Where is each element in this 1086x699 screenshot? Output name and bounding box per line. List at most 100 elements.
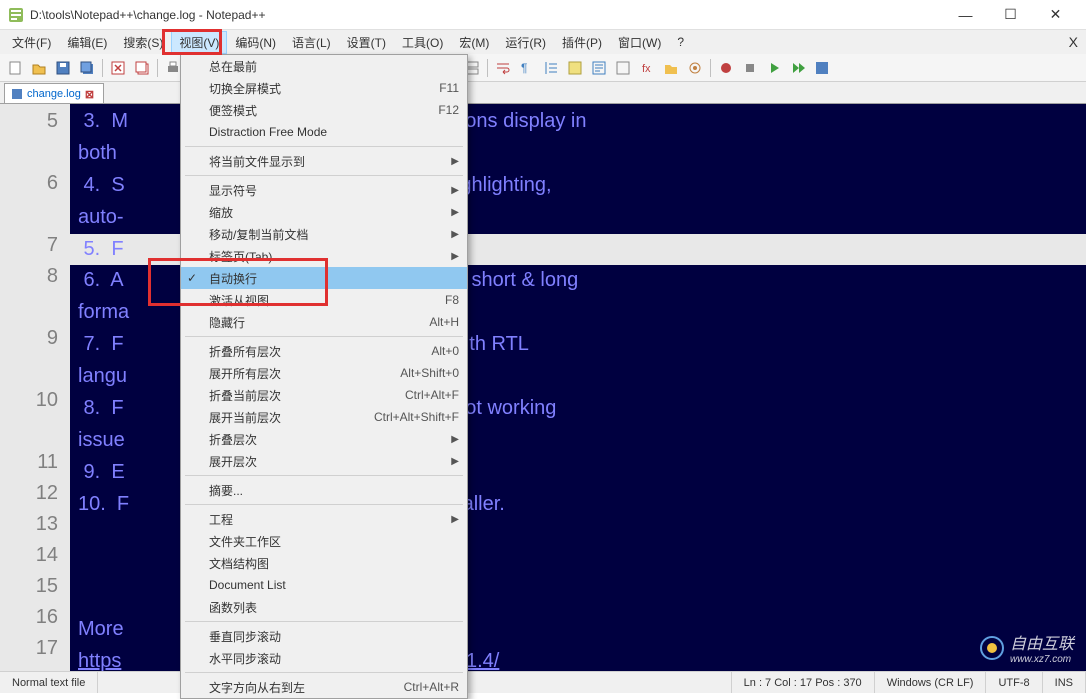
statusbar: Normal text file Ln : 7 Col : 17 Pos : 3… [0, 671, 1086, 693]
chevron-right-icon: ▶ [451, 229, 459, 240]
open-file-icon[interactable] [28, 57, 50, 79]
menu-item-fullscreen[interactable]: 切换全屏模式F11 [181, 77, 467, 99]
menu-separator [185, 672, 463, 673]
play-multi-icon[interactable] [787, 57, 809, 79]
menu-item-folder-workspace[interactable]: 文件夹工作区 [181, 530, 467, 552]
menu-item-sync-v[interactable]: 垂直同步滚动 [181, 625, 467, 647]
file-tab[interactable]: change.log ⊠ [4, 83, 104, 103]
monitor-icon[interactable] [684, 57, 706, 79]
menu-search[interactable]: 搜索(S) [115, 31, 171, 54]
record-icon[interactable] [715, 57, 737, 79]
wordwrap-icon[interactable] [492, 57, 514, 79]
stop-icon[interactable] [739, 57, 761, 79]
menu-item-fold-current[interactable]: 折叠当前层次Ctrl+Alt+F [181, 384, 467, 406]
line-number: 16 [0, 602, 58, 633]
user-lang-icon[interactable] [564, 57, 586, 79]
func-list-icon[interactable]: fx [636, 57, 658, 79]
close-all-icon[interactable] [131, 57, 153, 79]
menu-separator [185, 475, 463, 476]
toolbar-separator [157, 59, 158, 77]
menu-item-move-to[interactable]: 将当前文件显示到▶ [181, 150, 467, 172]
menu-item-postit[interactable]: 便签模式F12 [181, 99, 467, 121]
indent-guide-icon[interactable] [540, 57, 562, 79]
chevron-right-icon: ▶ [451, 434, 459, 445]
menu-file[interactable]: 文件(F) [4, 31, 59, 54]
menu-item-sync-h[interactable]: 水平同步滚动 [181, 647, 467, 669]
line-number: 13 [0, 509, 58, 540]
menu-item-func-list[interactable]: 函数列表 [181, 596, 467, 618]
editor[interactable]: 5 6 7 8 9 10 11 12 13 14 15 16 17 3. M g… [0, 104, 1086, 671]
menu-item-wordwrap[interactable]: ✓自动换行 [181, 267, 467, 289]
file-tab-label: change.log [27, 88, 81, 100]
menu-help[interactable]: ? [669, 32, 692, 52]
line-number: 5 [0, 106, 58, 137]
doc-map-icon[interactable] [588, 57, 610, 79]
menu-settings[interactable]: 设置(T) [339, 31, 394, 54]
svg-text:fx: fx [642, 63, 651, 75]
menu-separator [185, 175, 463, 176]
menu-item-unfold-level[interactable]: 展开层次▶ [181, 450, 467, 472]
menu-item-unfold-all[interactable]: 展开所有层次Alt+Shift+0 [181, 362, 467, 384]
menu-item-rtl[interactable]: 文字方向从右到左Ctrl+Alt+R [181, 676, 467, 698]
toolbar: ¶ fx [0, 54, 1086, 82]
menu-run[interactable]: 运行(R) [497, 31, 554, 54]
chevron-right-icon: ▶ [451, 514, 459, 525]
chevron-right-icon: ▶ [451, 456, 459, 467]
close-button[interactable]: ✕ [1033, 1, 1078, 29]
menu-language[interactable]: 语言(L) [284, 31, 339, 54]
toolbar-separator [102, 59, 103, 77]
menu-edit[interactable]: 编辑(E) [59, 31, 115, 54]
show-chars-icon[interactable]: ¶ [516, 57, 538, 79]
folder-ws-icon[interactable] [660, 57, 682, 79]
titlebar: D:\tools\Notepad++\change.log - Notepad+… [0, 0, 1086, 30]
menu-item-show-symbol[interactable]: 显示符号▶ [181, 179, 467, 201]
menu-item-doc-map[interactable]: 文档结构图 [181, 552, 467, 574]
menu-item-doc-list[interactable]: Document List [181, 574, 467, 596]
menu-item-unfold-current[interactable]: 展开当前层次Ctrl+Alt+Shift+F [181, 406, 467, 428]
line-number: 12 [0, 478, 58, 509]
menubar: 文件(F) 编辑(E) 搜索(S) 视图(V) 编码(N) 语言(L) 设置(T… [0, 30, 1086, 54]
menu-item-summary[interactable]: 摘要... [181, 479, 467, 501]
menu-item-move-clone[interactable]: 移动/复制当前文档▶ [181, 223, 467, 245]
line-number: 17 [0, 633, 58, 664]
menu-item-hide-lines[interactable]: 隐藏行Alt+H [181, 311, 467, 333]
maximize-button[interactable]: ☐ [988, 1, 1033, 29]
menu-item-distraction-free[interactable]: Distraction Free Mode [181, 121, 467, 143]
menu-item-project[interactable]: 工程▶ [181, 508, 467, 530]
chevron-right-icon: ▶ [451, 156, 459, 167]
menu-window[interactable]: 窗口(W) [610, 31, 669, 54]
menubar-close-button[interactable]: X [1069, 34, 1078, 50]
menu-tools[interactable]: 工具(O) [394, 31, 451, 54]
file-tab-close-icon[interactable]: ⊠ [85, 88, 97, 100]
menu-item-zoom[interactable]: 缩放▶ [181, 201, 467, 223]
menu-encoding[interactable]: 编码(N) [227, 31, 284, 54]
menu-item-fold-all[interactable]: 折叠所有层次Alt+0 [181, 340, 467, 362]
svg-text:¶: ¶ [521, 61, 527, 75]
menu-item-always-on-top[interactable]: 总在最前 [181, 55, 467, 77]
menu-separator [185, 146, 463, 147]
minimize-button[interactable]: — [943, 1, 988, 29]
play-icon[interactable] [763, 57, 785, 79]
line-number: 15 [0, 571, 58, 602]
status-insert-mode[interactable]: INS [1043, 672, 1086, 693]
menu-item-fold-level[interactable]: 折叠层次▶ [181, 428, 467, 450]
menu-item-focus-view[interactable]: 激活从视图F8 [181, 289, 467, 311]
save-macro-icon[interactable] [811, 57, 833, 79]
close-file-icon[interactable] [107, 57, 129, 79]
menu-item-tab[interactable]: 标签页(Tab)▶ [181, 245, 467, 267]
toolbar-separator [487, 59, 488, 77]
file-tab-icon [11, 88, 23, 100]
save-icon[interactable] [52, 57, 74, 79]
menu-separator [185, 336, 463, 337]
save-all-icon[interactable] [76, 57, 98, 79]
menu-macro[interactable]: 宏(M) [451, 31, 497, 54]
status-eol[interactable]: Windows (CR LF) [875, 672, 987, 693]
menu-plugins[interactable]: 插件(P) [554, 31, 610, 54]
status-encoding[interactable]: UTF-8 [986, 672, 1042, 693]
status-position: Ln : 7 Col : 17 Pos : 370 [732, 672, 875, 693]
doc-list-icon[interactable] [612, 57, 634, 79]
new-file-icon[interactable] [4, 57, 26, 79]
menu-view[interactable]: 视图(V) [171, 31, 227, 54]
watermark: 自由互联 www.xz7.com [978, 630, 1074, 665]
line-number-gutter: 5 6 7 8 9 10 11 12 13 14 15 16 17 [0, 104, 70, 671]
